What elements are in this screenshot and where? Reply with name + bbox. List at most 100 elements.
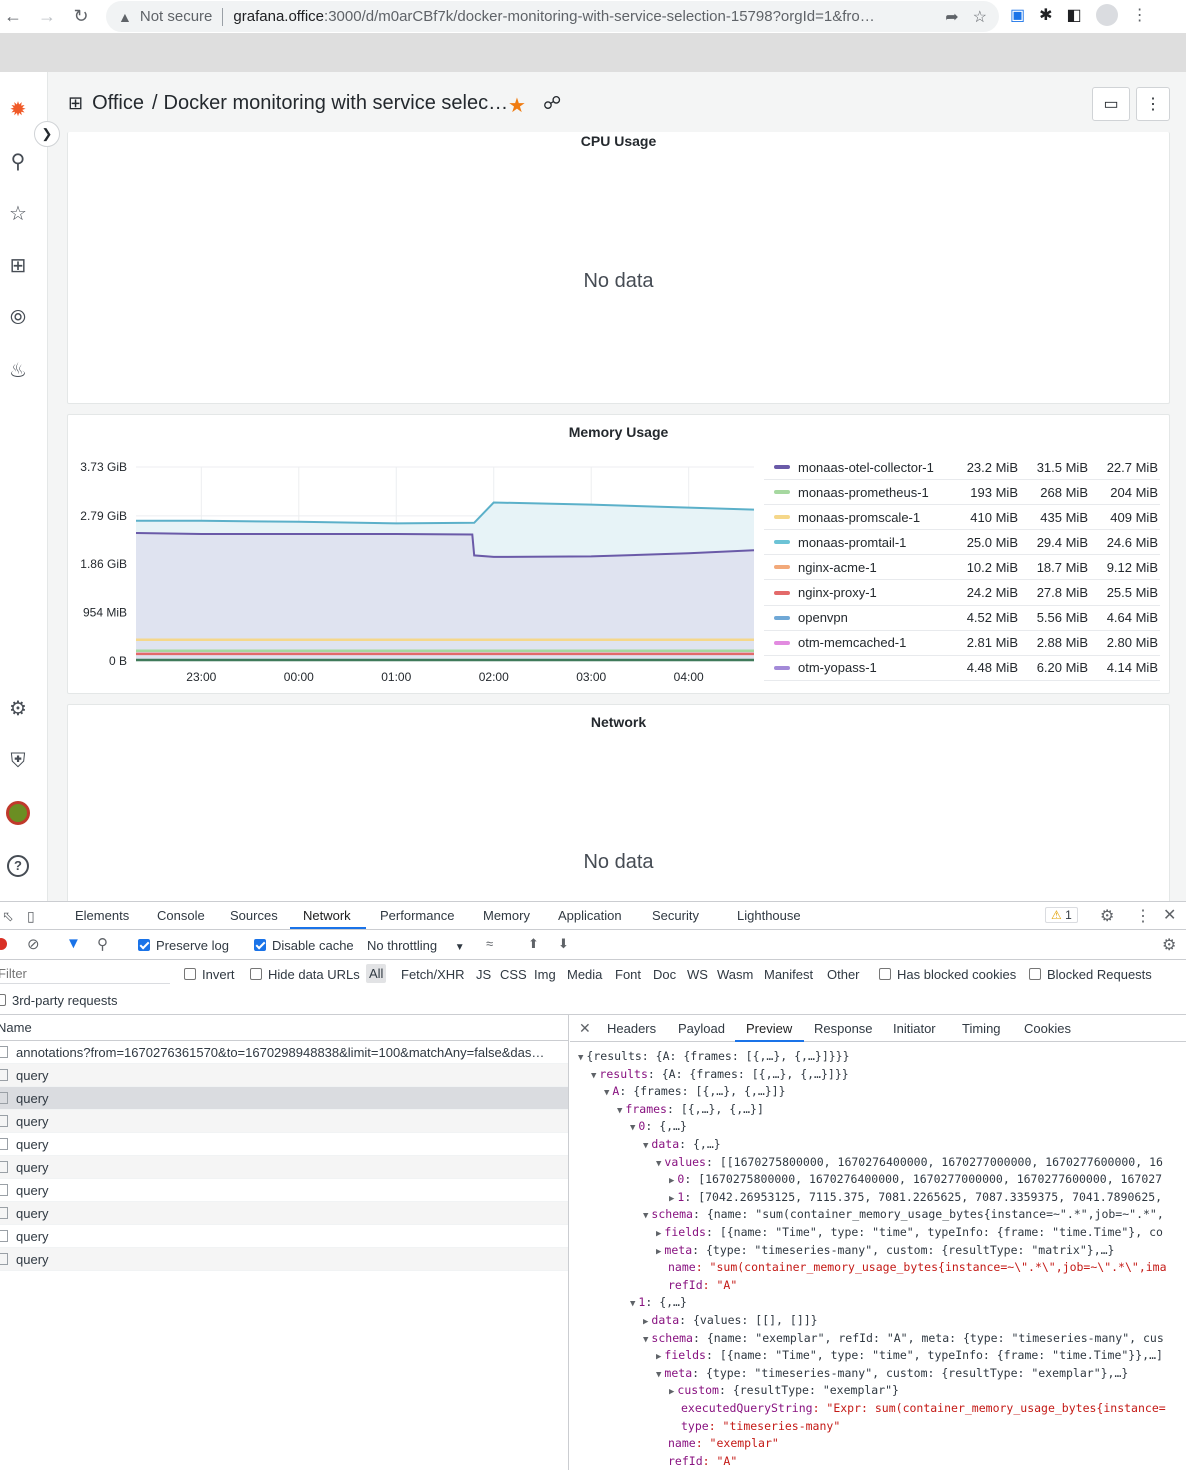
extensions-icon[interactable]: ✱ [1039, 5, 1052, 25]
legend-item[interactable]: otm-memcached-1 2.81 MiB 2.88 MiB 2.80 MiB [764, 631, 1160, 656]
legend-item[interactable]: nginx-proxy-1 24.2 MiB 27.8 MiB 25.5 MiB [764, 580, 1160, 606]
tab-performance[interactable]: Performance [380, 908, 454, 923]
json-tree-node[interactable]: ▼ 1: {,…} [630, 1294, 687, 1311]
dashboards-icon[interactable]: ⊞ [4, 251, 32, 279]
has-blocked-cookies-checkbox[interactable]: Has blocked cookies [879, 967, 1016, 982]
details-tab-timing[interactable]: Timing [962, 1021, 1001, 1036]
details-tab-initiator[interactable]: Initiator [893, 1021, 936, 1036]
expanded-triangle-icon[interactable]: ▼ [591, 1071, 596, 1081]
filter-type-doc[interactable]: Doc [653, 967, 676, 982]
user-avatar-icon[interactable] [4, 799, 32, 827]
expanded-triangle-icon[interactable]: ▼ [643, 1141, 648, 1151]
explore-compass-icon[interactable]: ⦾ [4, 304, 32, 332]
cast-icon[interactable]: ▣ [1010, 5, 1025, 25]
expanded-triangle-icon[interactable]: ▼ [630, 1299, 635, 1309]
filter-type-manifest[interactable]: Manifest [764, 967, 813, 982]
filter-funnel-icon[interactable]: ▼ [66, 935, 81, 952]
collapsed-triangle-icon[interactable]: ▶ [656, 1229, 661, 1239]
reload-icon[interactable]: ↻ [68, 3, 94, 29]
help-icon[interactable]: ? [4, 852, 32, 880]
panel-title[interactable]: CPU Usage [68, 133, 1169, 149]
expanded-triangle-icon[interactable]: ▼ [656, 1159, 661, 1169]
export-har-download-icon[interactable]: ⬇ [558, 936, 569, 952]
json-tree-node[interactable]: ▼ meta: {type: "timeseries-many", custom:… [656, 1365, 1128, 1382]
request-row[interactable]: query [0, 1225, 568, 1248]
expanded-triangle-icon[interactable]: ▼ [617, 1106, 622, 1116]
tab-application[interactable]: Application [558, 908, 622, 923]
json-tree-node[interactable]: ▶ custom: {resultType: "exemplar"} [669, 1382, 899, 1399]
details-tab-cookies[interactable]: Cookies [1024, 1021, 1071, 1036]
collapsed-triangle-icon[interactable]: ▶ [669, 1387, 674, 1397]
starred-icon[interactable]: ☆ [4, 199, 32, 227]
server-admin-shield-icon[interactable]: ⛨ [4, 747, 32, 775]
collapsed-triangle-icon[interactable]: ▶ [669, 1194, 674, 1204]
third-party-checkbox[interactable]: 3rd-party requests [0, 993, 118, 1008]
json-tree-node[interactable]: ▼ A: {frames: [{,…}, {,…}]} [604, 1083, 786, 1100]
json-tree-node[interactable]: ▼ frames: [{,…}, {,…}] [617, 1101, 764, 1118]
tab-console[interactable]: Console [157, 908, 205, 923]
tab-sources[interactable]: Sources [230, 908, 278, 923]
record-icon[interactable] [0, 938, 7, 950]
warnings-badge[interactable]: ⚠ 1 [1045, 907, 1078, 923]
legend-item[interactable]: monaas-prometheus-1 193 MiB 268 MiB 204 MiB [764, 480, 1160, 506]
filter-type-media[interactable]: Media [567, 967, 602, 982]
expanded-triangle-icon[interactable]: ▼ [643, 1211, 648, 1221]
network-conditions-wifi-icon[interactable]: ≈ [486, 936, 493, 951]
close-details-icon[interactable]: ✕ [579, 1020, 591, 1037]
collapsed-triangle-icon[interactable]: ▶ [643, 1317, 648, 1327]
filter-type-img[interactable]: Img [534, 967, 556, 982]
request-row[interactable]: query [0, 1064, 568, 1087]
request-row[interactable]: annotations?from=1670276361570&to=167029… [0, 1041, 568, 1064]
grafana-logo-icon[interactable]: ✹ [4, 95, 32, 123]
legend-item[interactable]: monaas-promscale-1 410 MiB 435 MiB 409 MiB [764, 505, 1160, 531]
side-panel-icon[interactable]: ◧ [1067, 5, 1082, 25]
request-row[interactable]: query [0, 1202, 568, 1225]
panel-title[interactable]: Network [68, 714, 1169, 730]
share-dashboard-icon[interactable]: ☍ [543, 93, 561, 114]
json-tree-node[interactable]: ▶ fields: [{name: "Time", type: "time", t… [656, 1224, 1163, 1241]
collapsed-triangle-icon[interactable]: ▶ [669, 1176, 674, 1186]
filter-type-js[interactable]: JS [476, 967, 491, 982]
clear-icon[interactable]: ⊘ [27, 935, 40, 953]
expanded-triangle-icon[interactable]: ▼ [604, 1088, 609, 1098]
bookmark-star-icon[interactable]: ☆ [973, 7, 987, 27]
back-icon[interactable]: ← [0, 3, 26, 29]
disable-cache-checkbox[interactable]: Disable cache [254, 938, 354, 953]
dashboard-title[interactable]: Docker monitoring with service selec… [164, 92, 509, 115]
more-options-kebab-icon[interactable]: ⋮ [1136, 87, 1170, 121]
filter-type-font[interactable]: Font [615, 967, 641, 982]
json-tree-node[interactable]: ▶ data: {values: [[], []]} [643, 1312, 818, 1329]
expand-menu-chevron-icon[interactable]: ❯ [34, 121, 60, 147]
request-row[interactable]: query [0, 1110, 568, 1133]
column-header-name[interactable]: Name [0, 1020, 32, 1035]
network-settings-gear-icon[interactable]: ⚙ [1162, 935, 1176, 955]
inspect-element-icon[interactable]: ⬁ [2, 908, 14, 925]
json-tree-node[interactable]: ▶ meta: {type: "timeseries-many", custom:… [656, 1242, 1114, 1259]
more-kebab-icon[interactable]: ⋮ [1135, 906, 1151, 926]
filter-type-css[interactable]: CSS [500, 967, 527, 982]
request-row[interactable]: query [0, 1133, 568, 1156]
breadcrumb-folder[interactable]: Office [92, 92, 144, 115]
throttling-select[interactable]: No throttling ▼ [367, 938, 465, 953]
json-tree-node[interactable]: ▶ 0: [1670275800000, 1670276400000, 16702… [669, 1171, 1162, 1188]
legend-item[interactable]: monaas-promtail-1 25.0 MiB 29.4 MiB 24.6 Mi… [764, 530, 1160, 556]
details-tab-headers[interactable]: Headers [607, 1021, 656, 1036]
json-tree-node[interactable]: ▼ results: {A: {frames: [{,…}, {,…}]}} [591, 1066, 849, 1083]
preserve-log-checkbox[interactable]: Preserve log [138, 938, 229, 953]
filter-input[interactable] [0, 964, 170, 984]
request-row[interactable]: query [0, 1248, 568, 1271]
filter-type-wasm[interactable]: Wasm [717, 967, 753, 982]
json-tree-node[interactable]: ▼ values: [[1670275800000, 1670276400000,… [656, 1154, 1163, 1171]
tv-mode-monitor-icon[interactable]: ▭ [1092, 87, 1130, 121]
request-row[interactable]: query [0, 1087, 568, 1110]
blocked-requests-checkbox[interactable]: Blocked Requests [1029, 967, 1152, 982]
close-icon[interactable]: ✕ [1163, 905, 1176, 925]
json-tree-node[interactable]: ▼ {results: {A: {frames: [{,…}, {,…}]}}} [578, 1048, 850, 1065]
search-icon[interactable]: ⚲ [4, 147, 32, 175]
profile-avatar-icon[interactable] [1095, 4, 1118, 26]
tab-lighthouse[interactable]: Lighthouse [737, 908, 801, 923]
search-icon[interactable]: ⚲ [97, 935, 108, 953]
details-tab-preview[interactable]: Preview [746, 1021, 792, 1036]
filter-type-other[interactable]: Other [827, 967, 860, 982]
json-tree-node[interactable]: ▼ 0: {,…} [630, 1118, 687, 1135]
